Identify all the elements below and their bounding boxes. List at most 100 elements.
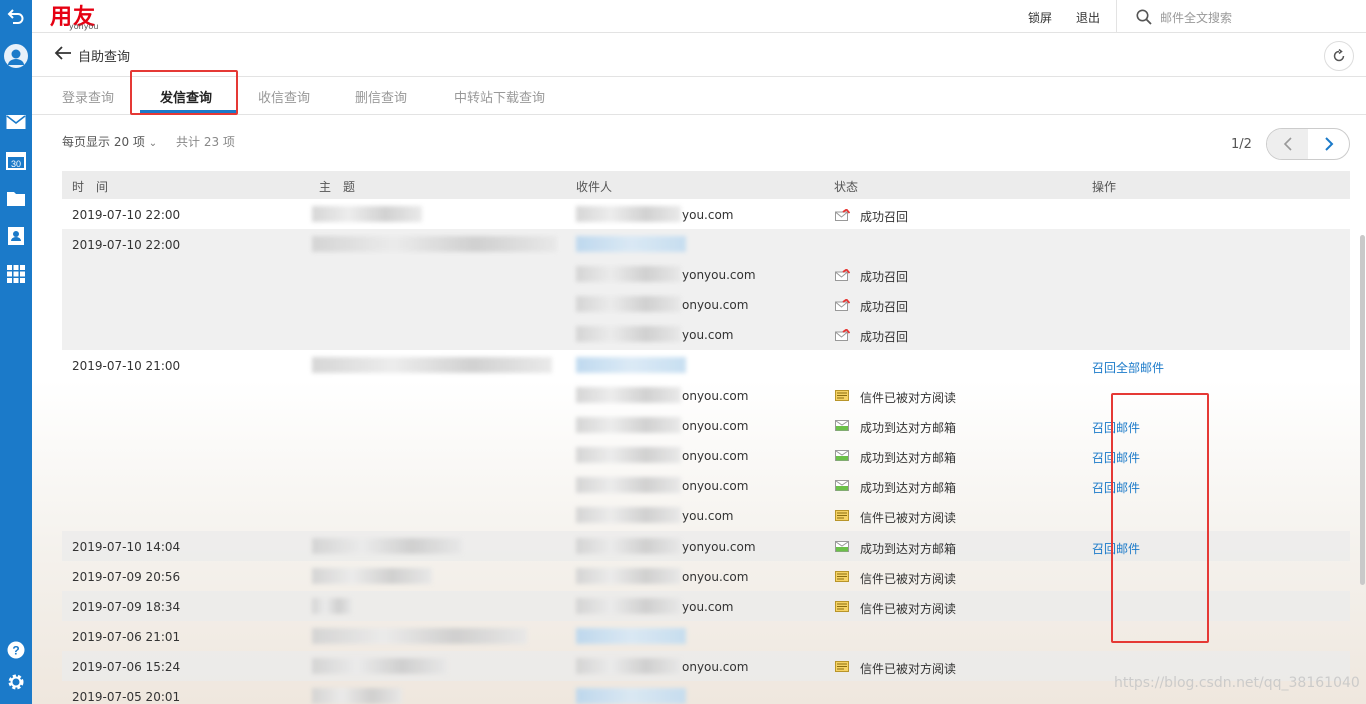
- redacted-recipient: [576, 447, 681, 463]
- calendar-icon[interactable]: 30: [4, 148, 28, 172]
- recipient-email: you.com: [682, 600, 734, 614]
- read-mail-icon: [835, 661, 849, 672]
- delivery-status: 信件已被对方阅读: [860, 602, 957, 616]
- redacted-subject: [312, 688, 402, 704]
- recipient-email: onyou.com: [682, 419, 749, 433]
- col-action: 操作: [1092, 180, 1117, 194]
- refresh-button[interactable]: [1324, 41, 1354, 71]
- sent-time: 2019-07-05 20:01: [72, 690, 181, 704]
- search-placeholder[interactable]: 邮件全文搜索: [1160, 9, 1232, 26]
- delivery-status: 成功到达对方邮箱: [860, 451, 957, 465]
- page-title: 自助查询: [78, 50, 131, 65]
- delivered-mail-icon: [835, 420, 849, 431]
- read-mail-icon: [835, 571, 849, 582]
- table-row: 2019-07-10 21:00 召回全部邮件 onyou.com 信件已被对方阅读 o…: [62, 350, 1350, 531]
- redacted-sender-group: [576, 236, 686, 252]
- delivery-status: 成功召回: [860, 270, 909, 284]
- redacted-recipient: [576, 326, 681, 342]
- delivery-status: 成功到达对方邮箱: [860, 421, 957, 435]
- delivered-mail-icon: [835, 480, 849, 491]
- read-mail-icon: [835, 390, 849, 401]
- recipient-email: onyou.com: [682, 298, 749, 312]
- fulltext-search[interactable]: 邮件全文搜索: [1132, 7, 1352, 27]
- left-sidebar: 30 ?: [0, 0, 32, 704]
- tab-transfer-download-query[interactable]: 中转站下载查询: [454, 87, 545, 106]
- back-app-icon[interactable]: [4, 4, 28, 28]
- table-row: 2019-07-09 18:34 you.com 信件已被对方阅读: [62, 591, 1350, 621]
- prev-page-button[interactable]: [1267, 129, 1308, 159]
- page-indicator: 1/2: [1231, 137, 1252, 152]
- logo-subtext: yonyou: [69, 22, 99, 31]
- redacted-recipient: [576, 206, 681, 222]
- main-area: 用友 yonyou 锁屏 退出 邮件全文搜索 自助查询 登录查询 发信查询 收信…: [32, 0, 1366, 704]
- user-avatar[interactable]: [4, 44, 28, 68]
- recall-mail-link[interactable]: 召回邮件: [1092, 479, 1140, 496]
- scrollbar[interactable]: [1360, 235, 1365, 585]
- redacted-recipient: [576, 477, 681, 493]
- sent-time: 2019-07-06 15:24: [72, 660, 181, 674]
- lock-screen-link[interactable]: 锁屏: [1028, 9, 1052, 26]
- apps-grid-icon[interactable]: [4, 262, 28, 286]
- read-mail-icon: [835, 510, 849, 521]
- content-area: 每页显示 20 项 ⌄ 共计 23 项 1/2 时 间 主 题 收件人 状态 操…: [32, 115, 1366, 704]
- delivery-status: 成功召回: [860, 210, 909, 224]
- delivery-status: 信件已被对方阅读: [860, 572, 957, 586]
- recall-icon: [835, 298, 851, 311]
- redacted-subject: [312, 658, 447, 674]
- table-row: 2019-07-10 22:00 yonyou.com 成功召回 onyou.com 成…: [62, 229, 1350, 350]
- redacted-recipient: [576, 296, 681, 312]
- redacted-recipient: [576, 417, 681, 433]
- recall-icon: [835, 328, 851, 341]
- table-row: 2019-07-06 21:01: [62, 621, 1350, 651]
- read-mail-icon: [835, 601, 849, 612]
- search-icon: [1136, 9, 1152, 25]
- redacted-subject: [312, 568, 432, 584]
- recall-mail-link[interactable]: 召回邮件: [1092, 419, 1140, 436]
- sent-time: 2019-07-10 21:00: [72, 359, 181, 373]
- redacted-subject: [312, 598, 352, 614]
- tab-highlight-box: [130, 70, 238, 115]
- recall-all-link[interactable]: 召回全部邮件: [1092, 359, 1164, 376]
- back-arrow-icon[interactable]: [54, 45, 72, 61]
- top-bar: 用友 yonyou 锁屏 退出 邮件全文搜索: [32, 0, 1366, 33]
- redacted-subject: [312, 628, 527, 644]
- total-count: 共计 23 项: [176, 135, 235, 149]
- recall-mail-link[interactable]: 召回邮件: [1092, 540, 1140, 557]
- mail-icon[interactable]: [4, 110, 28, 134]
- next-page-button[interactable]: [1308, 129, 1349, 159]
- recall-icon: [835, 208, 851, 221]
- redacted-recipient: [576, 658, 681, 674]
- redacted-recipient: [576, 538, 681, 554]
- recipient-email: yonyou.com: [682, 268, 756, 282]
- sent-mail-table: 时 间 主 题 收件人 状态 操作 2019-07-10 22:00 you.co…: [62, 171, 1350, 704]
- recall-mail-link[interactable]: 召回邮件: [1092, 449, 1140, 466]
- delivery-status: 信件已被对方阅读: [860, 662, 957, 676]
- logout-link[interactable]: 退出: [1076, 9, 1100, 26]
- tab-received-query[interactable]: 收信查询: [258, 87, 310, 106]
- redacted-recipient: [576, 266, 681, 282]
- table-row: 2019-07-09 20:56 onyou.com 信件已被对方阅读: [62, 561, 1350, 591]
- sent-time: 2019-07-10 22:00: [72, 208, 181, 222]
- redacted-subject: [312, 236, 557, 252]
- tab-login-query[interactable]: 登录查询: [62, 87, 114, 106]
- tab-deleted-query[interactable]: 删信查询: [355, 87, 407, 106]
- per-page-label[interactable]: 每页显示 20 项: [62, 135, 145, 149]
- settings-gear-icon[interactable]: [4, 670, 28, 694]
- delivery-status: 信件已被对方阅读: [860, 391, 957, 405]
- delivered-mail-icon: [835, 450, 849, 461]
- recipient-email: onyou.com: [682, 570, 749, 584]
- top-divider: [1116, 0, 1117, 32]
- redacted-recipient: [576, 387, 681, 403]
- delivery-status: 成功召回: [860, 300, 909, 314]
- contacts-icon[interactable]: [4, 224, 28, 248]
- per-page-selector[interactable]: 每页显示 20 项 ⌄: [62, 133, 157, 150]
- sent-time: 2019-07-06 21:01: [72, 630, 181, 644]
- recipient-email: you.com: [682, 208, 734, 222]
- delivery-status: 信件已被对方阅读: [860, 511, 957, 525]
- folder-icon[interactable]: [4, 186, 28, 210]
- col-time: 时 间: [72, 180, 109, 194]
- table-header: 时 间 主 题 收件人 状态 操作: [62, 171, 1350, 199]
- svg-text:?: ?: [12, 644, 19, 658]
- help-icon[interactable]: ?: [4, 638, 28, 662]
- yonyou-logo: 用友 yonyou: [50, 0, 110, 32]
